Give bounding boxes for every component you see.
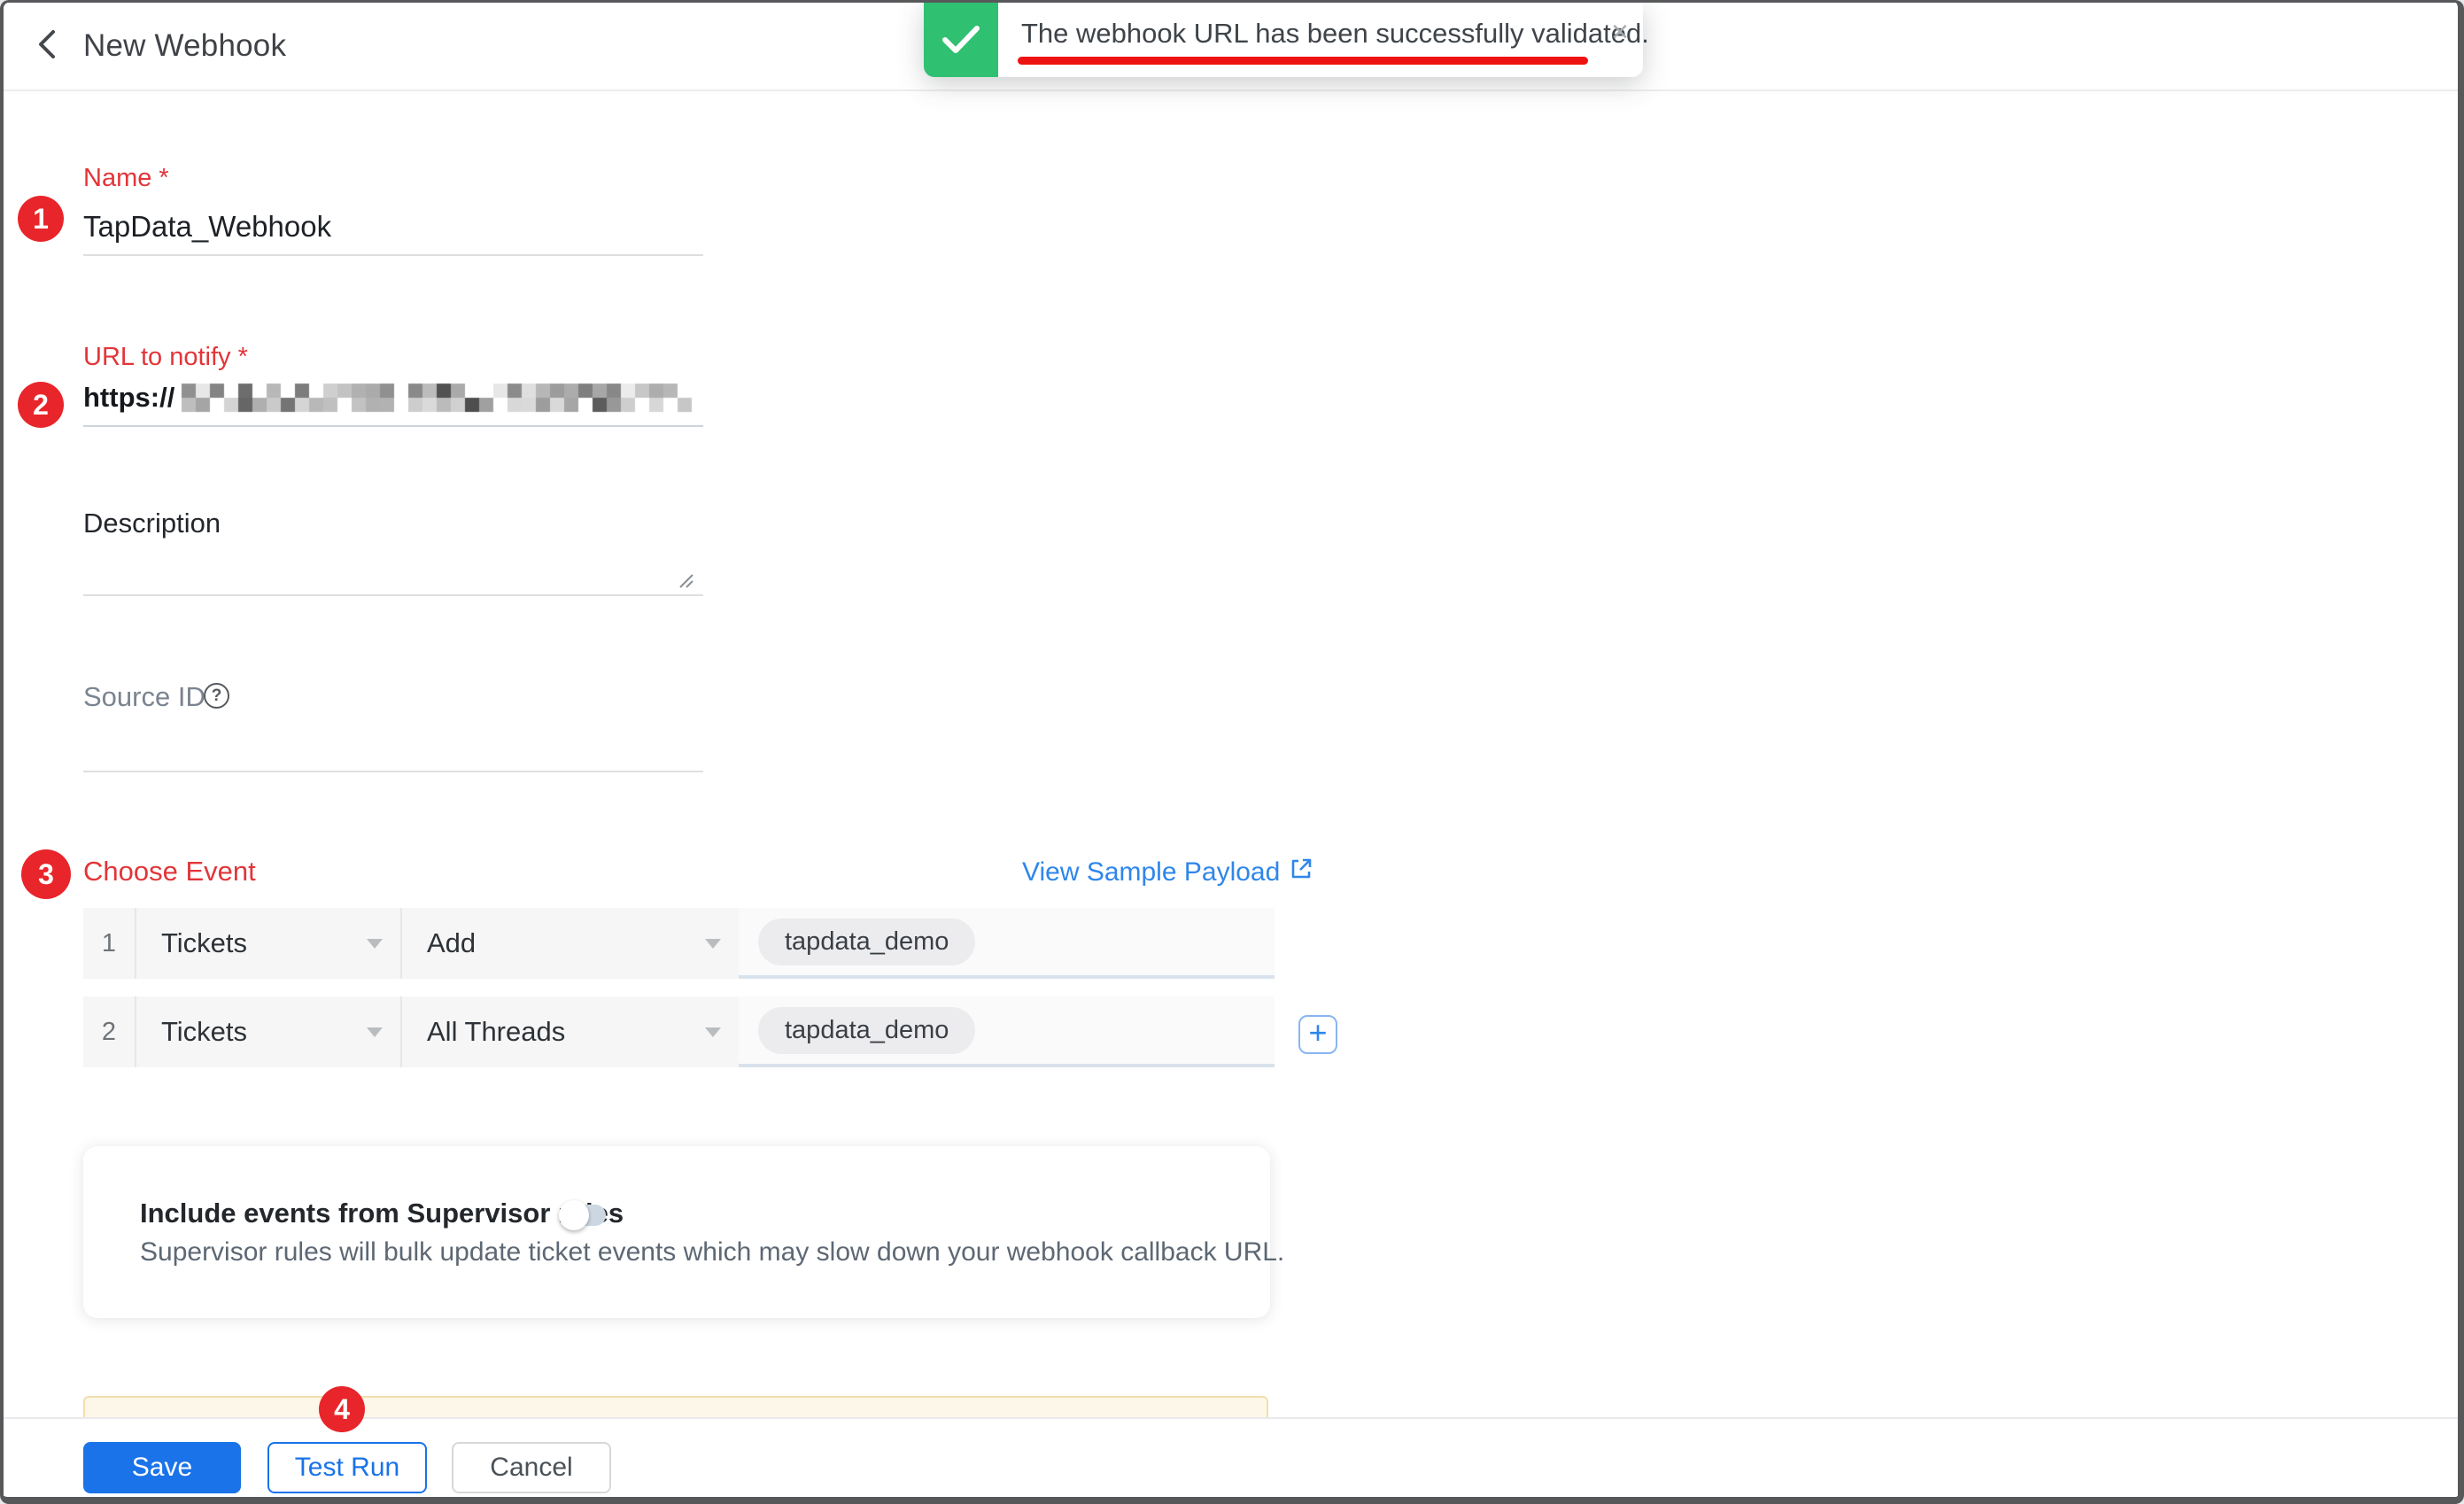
toggle-knob xyxy=(559,1200,589,1230)
required-asterisk: * xyxy=(159,164,168,192)
description-textarea[interactable] xyxy=(83,543,703,594)
choose-event-label: Choose Event xyxy=(83,856,256,888)
chevron-down-icon xyxy=(705,1027,721,1037)
name-input-underline xyxy=(83,254,703,256)
url-prefix: https:// xyxy=(83,382,174,414)
chevron-down-icon xyxy=(367,1027,383,1037)
page-title: New Webhook xyxy=(83,28,286,64)
annotation-underline xyxy=(1018,57,1588,65)
value-chip[interactable]: tapdata_demo xyxy=(758,919,975,965)
chevron-down-icon xyxy=(367,939,383,949)
event-row-number: 1 xyxy=(83,908,136,979)
module-select[interactable]: Tickets xyxy=(136,996,402,1067)
help-icon[interactable]: ? xyxy=(204,683,229,709)
close-icon[interactable]: × xyxy=(1611,17,1629,47)
source-id-underline xyxy=(83,771,703,772)
success-check-icon xyxy=(924,3,998,77)
supervisor-rules-card: Include events from Supervisor rules Sup… xyxy=(83,1146,1270,1318)
step-badge-4: 4 xyxy=(319,1386,365,1432)
url-label: URL to notify * xyxy=(83,343,248,372)
description-underline xyxy=(83,594,703,596)
resize-handle-icon[interactable] xyxy=(675,570,694,593)
event-type-select[interactable]: All Threads xyxy=(402,996,739,1067)
app-window: New Webhook The webhook URL has been suc… xyxy=(0,0,2464,1504)
view-sample-payload-link[interactable]: View Sample Payload xyxy=(1022,857,1313,888)
event-row: 1 Tickets Add tapdata_demo xyxy=(83,908,1275,979)
description-label: Description xyxy=(83,508,221,539)
test-run-button[interactable]: Test Run xyxy=(267,1442,427,1493)
name-label: Name * xyxy=(83,164,169,193)
footer-bar: Save Test Run Cancel xyxy=(4,1417,2458,1497)
redacted-url-pixelation xyxy=(178,376,699,419)
toast-message: The webhook URL has been successfully va… xyxy=(1021,18,1649,50)
step-badge-2: 2 xyxy=(18,382,64,428)
save-button[interactable]: Save xyxy=(83,1442,241,1493)
event-value-cell[interactable]: tapdata_demo xyxy=(739,908,1275,979)
cancel-button[interactable]: Cancel xyxy=(452,1442,611,1493)
add-event-row-button[interactable]: + xyxy=(1298,1015,1337,1054)
supervisor-rules-title: Include events from Supervisor rules xyxy=(140,1198,624,1229)
source-id-label: Source ID xyxy=(83,681,205,713)
success-toast: The webhook URL has been successfully va… xyxy=(924,3,1643,77)
step-badge-3: 3 xyxy=(21,849,71,899)
url-input[interactable]: https:// xyxy=(83,375,699,421)
chevron-left-icon xyxy=(34,27,60,66)
url-input-underline xyxy=(83,425,703,427)
event-row-number: 2 xyxy=(83,996,136,1067)
value-chip[interactable]: tapdata_demo xyxy=(758,1007,975,1054)
required-asterisk: * xyxy=(238,343,248,371)
supervisor-rules-description: Supervisor rules will bulk update ticket… xyxy=(140,1237,1284,1268)
external-link-icon xyxy=(1289,857,1313,888)
step-badge-1: 1 xyxy=(18,196,64,242)
chevron-down-icon xyxy=(705,939,721,949)
event-row: 2 Tickets All Threads tapdata_demo xyxy=(83,996,1275,1067)
event-type-select[interactable]: Add xyxy=(402,908,739,979)
event-value-cell[interactable]: tapdata_demo xyxy=(739,996,1275,1067)
name-input[interactable]: TapData_Webhook xyxy=(83,210,331,244)
module-select[interactable]: Tickets xyxy=(136,908,402,979)
back-button[interactable] xyxy=(27,26,67,66)
toast-body: The webhook URL has been successfully va… xyxy=(998,3,1643,77)
supervisor-rules-toggle[interactable] xyxy=(562,1205,606,1226)
